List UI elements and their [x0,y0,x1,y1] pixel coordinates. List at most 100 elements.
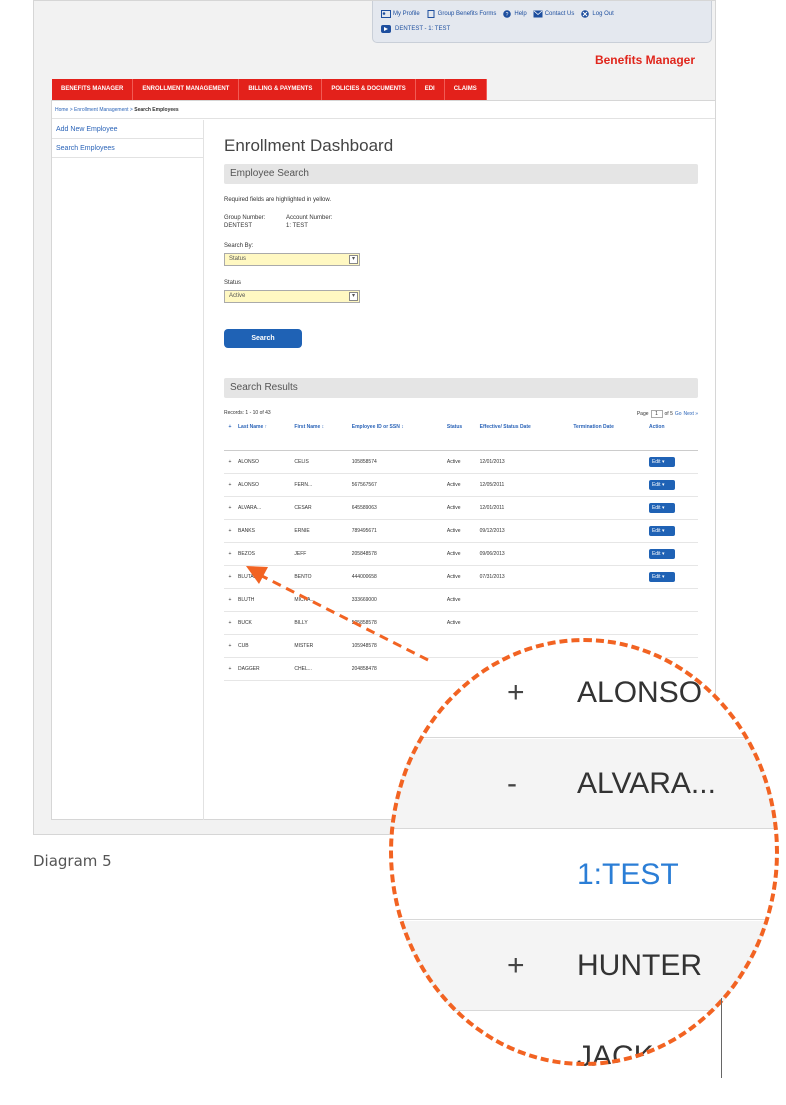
row-expand-toggle[interactable]: + [224,588,236,612]
last-name-cell: BLUTAR... [236,565,293,589]
first-name-cell: BILLY [292,611,350,635]
last-name-cell: ALONSO [236,473,293,497]
app-title: Benefits Manager [594,53,695,67]
employee-id-cell: 105858574 [349,450,445,474]
employee-id-cell: 567567567 [349,473,445,497]
row-expand-toggle[interactable]: + [224,542,236,566]
required-fields-note: Required fields are highlighted in yello… [224,197,332,203]
zoom-row-text: ALVARA... [577,766,716,800]
nav-enrollment-management[interactable]: ENROLLMENT MANAGEMENT [133,79,240,100]
next-link[interactable]: Next » [684,411,698,417]
contact-us-link[interactable]: Contact Us [533,10,574,18]
group-number-label: Group Number: [224,215,266,221]
row-expand-toggle[interactable]: + [224,496,236,520]
action-header: Action [646,422,698,451]
search-by-select[interactable]: Status ▾ [224,253,360,266]
first-name-cell: ERNIE [292,519,350,543]
page-input[interactable]: 1 [650,410,663,418]
row-expand-toggle[interactable]: + [224,657,236,681]
search-button[interactable]: Search [224,329,302,348]
zoom-row-text: HUNTER [577,948,702,982]
row-expand-toggle[interactable]: + [224,611,236,635]
action-cell: Edit ▾ [646,565,698,589]
action-cell: Edit ▾ [646,450,698,474]
row-expand-toggle[interactable]: + [224,450,236,474]
employee-id-cell: 333669000 [349,588,445,612]
zoom-expand-toggle: + [507,675,525,709]
status-cell: Active [444,473,478,497]
nav-policies-documents[interactable]: POLICIES & DOCUMENTS [322,79,416,100]
edit-button[interactable]: Edit ▾ [648,571,675,582]
employee-id-cell: 645589063 [349,496,445,520]
effective-date-cell: 07/31/2013 [477,565,572,589]
edit-button[interactable]: Edit ▾ [648,525,675,536]
first-name-header[interactable]: First Name ↕ [292,422,350,451]
nav-benefits-manager[interactable]: BENEFITS MANAGER [52,79,134,100]
nav-claims[interactable]: CLAIMS [445,79,487,100]
action-cell [646,588,698,612]
search-results-heading: Search Results [224,378,698,398]
records-bar: Records: 1 - 10 of 43 Page 1 of 5 Go Nex… [224,410,698,418]
effective-date-header: Effective/ Status Date [477,422,572,451]
first-name-cell: CESAR [292,496,350,520]
effective-date-cell: 12/01/2013 [477,450,572,474]
forms-icon [427,10,435,18]
zoom-collapse-toggle: - [507,766,517,800]
account-number-value: 1: TEST [286,223,308,229]
go-link[interactable]: Go [675,411,682,417]
help-link[interactable]: ? Help [502,10,527,18]
zoom-account-link: 1:TEST [577,857,679,891]
edit-button[interactable]: Edit ▾ [648,548,675,559]
sidebar-item-search-employees[interactable]: Search Employees [52,139,203,158]
help-icon: ? [503,10,512,18]
main-area: Enrollment Dashboard Employee Search Req… [224,120,698,681]
table-row: + BANKS ERNIE 789495671 Active 09/12/2013 Edit… [224,519,698,543]
account-selector[interactable]: DENTEST - 1: TEST [381,25,450,33]
logout-icon [581,10,590,18]
breadcrumb-home[interactable]: Home [55,107,68,113]
status-cell: Active [444,565,478,589]
expand-all-header[interactable]: + [224,422,236,451]
breadcrumb: Home > Enrollment Management > Search Em… [52,101,715,119]
zoom-expand-toggle: + [507,948,525,982]
page-label: Page [636,411,649,417]
breadcrumb-enrollment[interactable]: Enrollment Management [74,107,128,113]
effective-date-cell [477,611,572,635]
sidebar-item-add-new-employee[interactable]: Add New Employee [52,120,203,139]
row-expand-toggle[interactable]: + [224,634,236,658]
effective-date-cell: 12/05/2011 [477,473,572,497]
action-cell: Edit ▾ [646,519,698,543]
table-row: + BUCK BILLY 505858578 Active [224,611,698,635]
last-name-cell: BUCK [236,611,293,635]
utility-links: My Profile Group Benefits Forms ? Help C… [381,10,614,18]
search-by-value: Status [229,256,247,262]
edit-button[interactable]: Edit ▾ [648,479,675,490]
employee-id-cell: 505858578 [349,611,445,635]
expand-icon [381,25,391,33]
nav-edi[interactable]: EDI [416,79,445,100]
log-out-link[interactable]: Log Out [580,10,614,18]
edit-button[interactable]: Edit ▾ [648,502,675,513]
group-benefits-forms-link[interactable]: Group Benefits Forms [426,10,496,18]
edit-button[interactable]: Edit ▾ [648,456,675,467]
employee-id-header[interactable]: Employee ID or SSN ↕ [349,422,445,451]
effective-date-cell: 09/12/2013 [477,519,572,543]
page-total: of 5 [664,411,673,417]
my-profile-link[interactable]: My Profile [381,10,420,18]
row-expand-toggle[interactable]: + [224,519,236,543]
row-expand-toggle[interactable]: + [224,473,236,497]
status-cell: Active [444,611,478,635]
effective-date-cell: 09/06/2013 [477,542,572,566]
last-name-header[interactable]: Last Name ↑ [236,422,293,451]
row-expand-toggle[interactable]: + [224,565,236,589]
main-nav: BENEFITS MANAGER ENROLLMENT MANAGEMENT B… [52,79,487,100]
account-number-label: Account Number: [286,215,333,221]
account-selector-value: DENTEST - 1: TEST [395,26,451,32]
log-out-label: Log Out [592,11,614,17]
zoom-row-text: ALONSO [577,675,703,709]
status-cell: Active [444,519,478,543]
nav-billing-payments[interactable]: BILLING & PAYMENTS [239,79,323,100]
status-select[interactable]: Active ▾ [224,290,360,303]
last-name-cell: BLUTH [236,588,293,612]
termination-date-cell [571,496,647,520]
